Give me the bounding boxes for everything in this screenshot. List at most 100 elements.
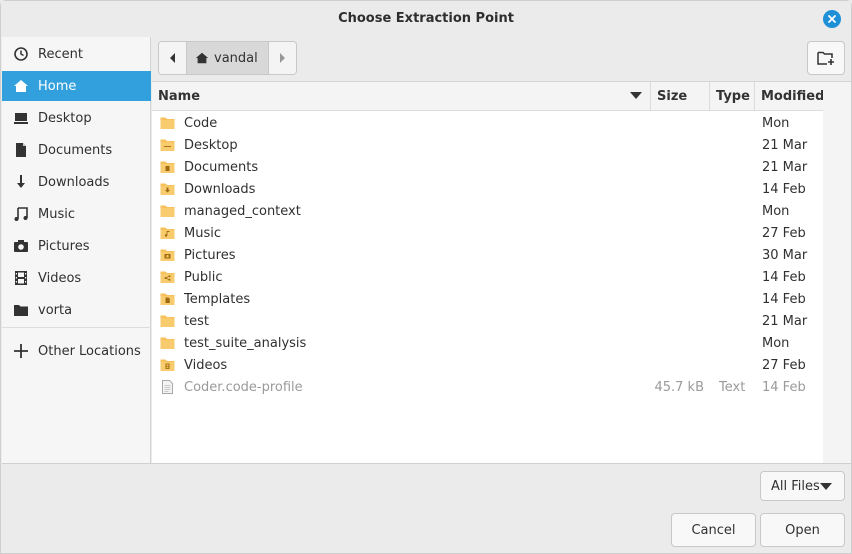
file-name-label: Downloads: [184, 181, 256, 197]
file-name-cell: Downloads: [160, 182, 255, 197]
sidebar-item-label: Recent: [38, 46, 83, 62]
file-modified-cell: 27 Feb: [762, 225, 806, 241]
file-name-label: Desktop: [184, 137, 238, 153]
folder-icon: [13, 302, 29, 318]
chevron-right-icon: [280, 53, 286, 63]
new-folder-icon: [817, 51, 834, 65]
table-row[interactable]: test_suite_analysis Mon: [152, 332, 823, 354]
file-name-cell: test: [160, 314, 209, 329]
folder-icon: [160, 204, 184, 218]
chevron-down-icon: [820, 483, 832, 490]
path-back-button[interactable]: [159, 42, 187, 74]
file-name-label: test: [184, 313, 209, 329]
column-header-label: Modified: [761, 88, 825, 104]
file-modified-cell: Mon: [762, 203, 790, 219]
file-name-cell: Templates: [160, 292, 250, 307]
file-type-cell: Text: [719, 379, 746, 395]
path-crumb-home[interactable]: vandal: [187, 42, 268, 74]
document-icon: [13, 142, 29, 158]
file-name-label: Videos: [184, 357, 228, 373]
column-header-modified[interactable]: Modified: [754, 82, 825, 111]
file-size-cell: 45.7 kB: [654, 379, 704, 395]
table-row[interactable]: Videos 27 Feb: [152, 354, 823, 376]
table-row[interactable]: Public 14 Feb: [152, 266, 823, 288]
cancel-button[interactable]: Cancel: [671, 513, 756, 547]
table-row[interactable]: managed_context Mon: [152, 200, 823, 222]
table-row[interactable]: test 21 Mar: [152, 310, 823, 332]
file-name-label: Code: [184, 115, 218, 131]
table-row[interactable]: Desktop 21 Mar: [152, 134, 823, 156]
close-button[interactable]: [823, 10, 841, 28]
folder-templates-icon: [160, 292, 184, 306]
column-header-name[interactable]: Name: [152, 82, 650, 111]
file-name-label: Public: [184, 269, 223, 285]
text-file-icon: [160, 380, 184, 394]
file-filter-label: All Files: [771, 478, 820, 494]
table-row[interactable]: Downloads 14 Feb: [152, 178, 823, 200]
sidebar-item-home[interactable]: Home: [2, 71, 151, 101]
file-modified-cell: Mon: [762, 335, 790, 351]
places-sidebar: Recent Home Desktop Documents Downloads …: [2, 37, 151, 463]
file-modified-cell: 14 Feb: [762, 291, 806, 307]
sidebar-item-label: Documents: [38, 142, 113, 158]
path-crumb-label: vandal: [214, 50, 258, 66]
column-header-label: Size: [657, 88, 688, 104]
sidebar-item-recent[interactable]: Recent: [2, 39, 151, 69]
file-name-cell: Videos: [160, 358, 227, 373]
table-row[interactable]: Coder.code-profile 45.7 kB Text 14 Feb: [152, 376, 823, 398]
folder-desktop-icon: [160, 138, 184, 152]
sidebar-item-pictures[interactable]: Pictures: [2, 231, 151, 261]
file-filter-dropdown[interactable]: All Files: [760, 471, 845, 501]
sidebar-item-music[interactable]: Music: [2, 199, 151, 229]
open-button[interactable]: Open: [760, 513, 845, 547]
file-name-label: Pictures: [184, 247, 236, 263]
file-modified-cell: 21 Mar: [762, 313, 808, 329]
file-name-label: Music: [184, 225, 221, 241]
scroll-area-gutter: [823, 81, 851, 463]
sort-descending-icon: [630, 92, 642, 99]
folder-icon: [160, 116, 184, 130]
file-name-label: Templates: [184, 291, 251, 307]
sidebar-item-downloads[interactable]: Downloads: [2, 167, 151, 197]
sidebar-item-other-locations[interactable]: Other Locations: [2, 336, 151, 366]
film-icon: [13, 270, 29, 286]
sidebar-item-vorta[interactable]: vorta: [2, 295, 151, 325]
folder-icon: [160, 336, 184, 350]
file-name-cell: Code: [160, 116, 217, 131]
table-row[interactable]: Music 27 Feb: [152, 222, 823, 244]
sidebar-item-label: Music: [38, 206, 75, 222]
camera-icon: [13, 238, 29, 254]
sidebar-item-videos[interactable]: Videos: [2, 263, 151, 293]
column-header-size[interactable]: Size: [650, 82, 709, 111]
file-name-label: test_suite_analysis: [184, 335, 307, 351]
file-name-cell: Desktop: [160, 138, 238, 153]
chevron-left-icon: [169, 53, 175, 63]
new-folder-button[interactable]: [807, 41, 845, 75]
sidebar-item-label: Home: [38, 78, 77, 94]
desktop-icon: [13, 110, 29, 126]
sidebar-item-label: Other Locations: [38, 343, 141, 359]
path-bar: vandal: [158, 41, 297, 75]
clock-icon: [13, 46, 29, 62]
file-name-cell: Music: [160, 226, 221, 241]
table-row[interactable]: Pictures 30 Mar: [152, 244, 823, 266]
sidebar-item-documents[interactable]: Documents: [2, 135, 151, 165]
table-row[interactable]: Templates 14 Feb: [152, 288, 823, 310]
sidebar-item-desktop[interactable]: Desktop: [2, 103, 151, 133]
file-modified-cell: 21 Mar: [762, 137, 808, 153]
file-list: Name Size Type Modified Code Mon Desktop 21…: [152, 81, 825, 463]
file-name-label: managed_context: [184, 203, 301, 219]
dialog-title: Choose Extraction Point: [338, 11, 514, 26]
file-name-cell: test_suite_analysis: [160, 336, 306, 351]
path-forward-button[interactable]: [267, 42, 296, 74]
file-modified-cell: 30 Mar: [762, 247, 808, 263]
column-header-label: Name: [158, 88, 201, 104]
sidebar-item-label: Videos: [38, 270, 82, 286]
column-header-type[interactable]: Type: [709, 82, 754, 111]
folder-documents-icon: [160, 160, 184, 174]
table-row[interactable]: Code Mon: [152, 112, 823, 134]
file-modified-cell: 14 Feb: [762, 181, 806, 197]
file-name-cell: Pictures: [160, 248, 235, 263]
file-name-cell: managed_context: [160, 204, 301, 219]
table-row[interactable]: Documents 21 Mar: [152, 156, 823, 178]
